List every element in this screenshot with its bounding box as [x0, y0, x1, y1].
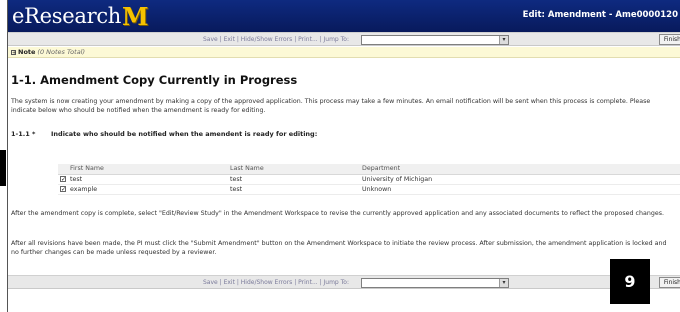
page-title: 1-1. Amendment Copy Currently in Progres… — [11, 73, 298, 87]
eresearch-logo: eResearch M — [12, 1, 149, 31]
last-name-cell: test — [230, 184, 362, 195]
toolbar-links[interactable]: Save | Exit | Hide/Show Errors | Print..… — [203, 279, 349, 286]
column-header-last-name: Last Name — [230, 164, 362, 175]
page-header-title: Edit: Amendment - Ame0000120 — [522, 10, 678, 20]
column-header-department: Department — [362, 164, 680, 175]
jump-to-select[interactable]: ▾ — [361, 278, 509, 288]
chevron-down-icon[interactable]: ▾ — [499, 36, 508, 44]
notes-bar[interactable]: + Note (0 Notes Total) — [8, 47, 680, 58]
finish-button[interactable]: Finish — [658, 34, 680, 45]
notify-people-table: First Name Last Name Department ✓ test t… — [58, 164, 680, 195]
logo-text: eResearch — [12, 4, 122, 28]
select-column-header — [58, 164, 70, 175]
bottom-toolbar: Save | Exit | Hide/Show Errors | Print..… — [8, 275, 680, 289]
first-name-cell: test — [70, 174, 230, 185]
department-cell: Unknown — [362, 184, 680, 195]
department-cell: University of Michigan — [362, 174, 680, 185]
question-1-1-1: 1-1.1 * Indicate who should be notified w… — [11, 130, 317, 138]
question-number: 1-1.1 * — [11, 130, 36, 138]
last-name-cell: test — [230, 174, 362, 185]
block-m-logo-icon: M — [122, 1, 149, 31]
table-row: ✓ test test University of Michigan — [58, 174, 680, 185]
notify-checkbox[interactable]: ✓ — [60, 175, 66, 182]
chevron-down-icon[interactable]: ▾ — [499, 279, 508, 287]
note-count: (0 Notes Total) — [37, 48, 86, 56]
top-toolbar: Save | Exit | Hide/Show Errors | Print..… — [8, 32, 680, 46]
after-copy-instructions: After the amendment copy is complete, se… — [11, 210, 664, 217]
table-row: ✓ example test Unknown — [58, 184, 680, 195]
question-text: Indicate who should be notified when the… — [51, 130, 318, 138]
finish-button[interactable]: Finish — [658, 277, 680, 288]
note-label: Note — [18, 48, 36, 56]
column-header-first-name: First Name — [70, 164, 230, 175]
app-header: eResearch M Edit: Amendment - Ame0000120 — [8, 0, 680, 32]
expand-icon[interactable]: + — [11, 50, 16, 56]
left-edge-marker — [0, 150, 6, 186]
after-revisions-instructions: After all revisions have been made, the … — [11, 240, 667, 256]
app-frame: eResearch M Edit: Amendment - Ame0000120… — [8, 0, 680, 312]
notify-checkbox[interactable]: ✓ — [60, 185, 66, 192]
intro-text: The system is now creating your amendmen… — [11, 98, 651, 114]
jump-to-select[interactable]: ▾ — [361, 35, 509, 45]
row-checkbox-cell: ✓ — [58, 174, 70, 185]
table-header-row: First Name Last Name Department — [58, 164, 680, 175]
row-checkbox-cell: ✓ — [58, 184, 70, 195]
first-name-cell: example — [70, 184, 230, 195]
toolbar-links[interactable]: Save | Exit | Hide/Show Errors | Print..… — [203, 36, 349, 43]
step-number-badge: 9 — [610, 259, 650, 304]
